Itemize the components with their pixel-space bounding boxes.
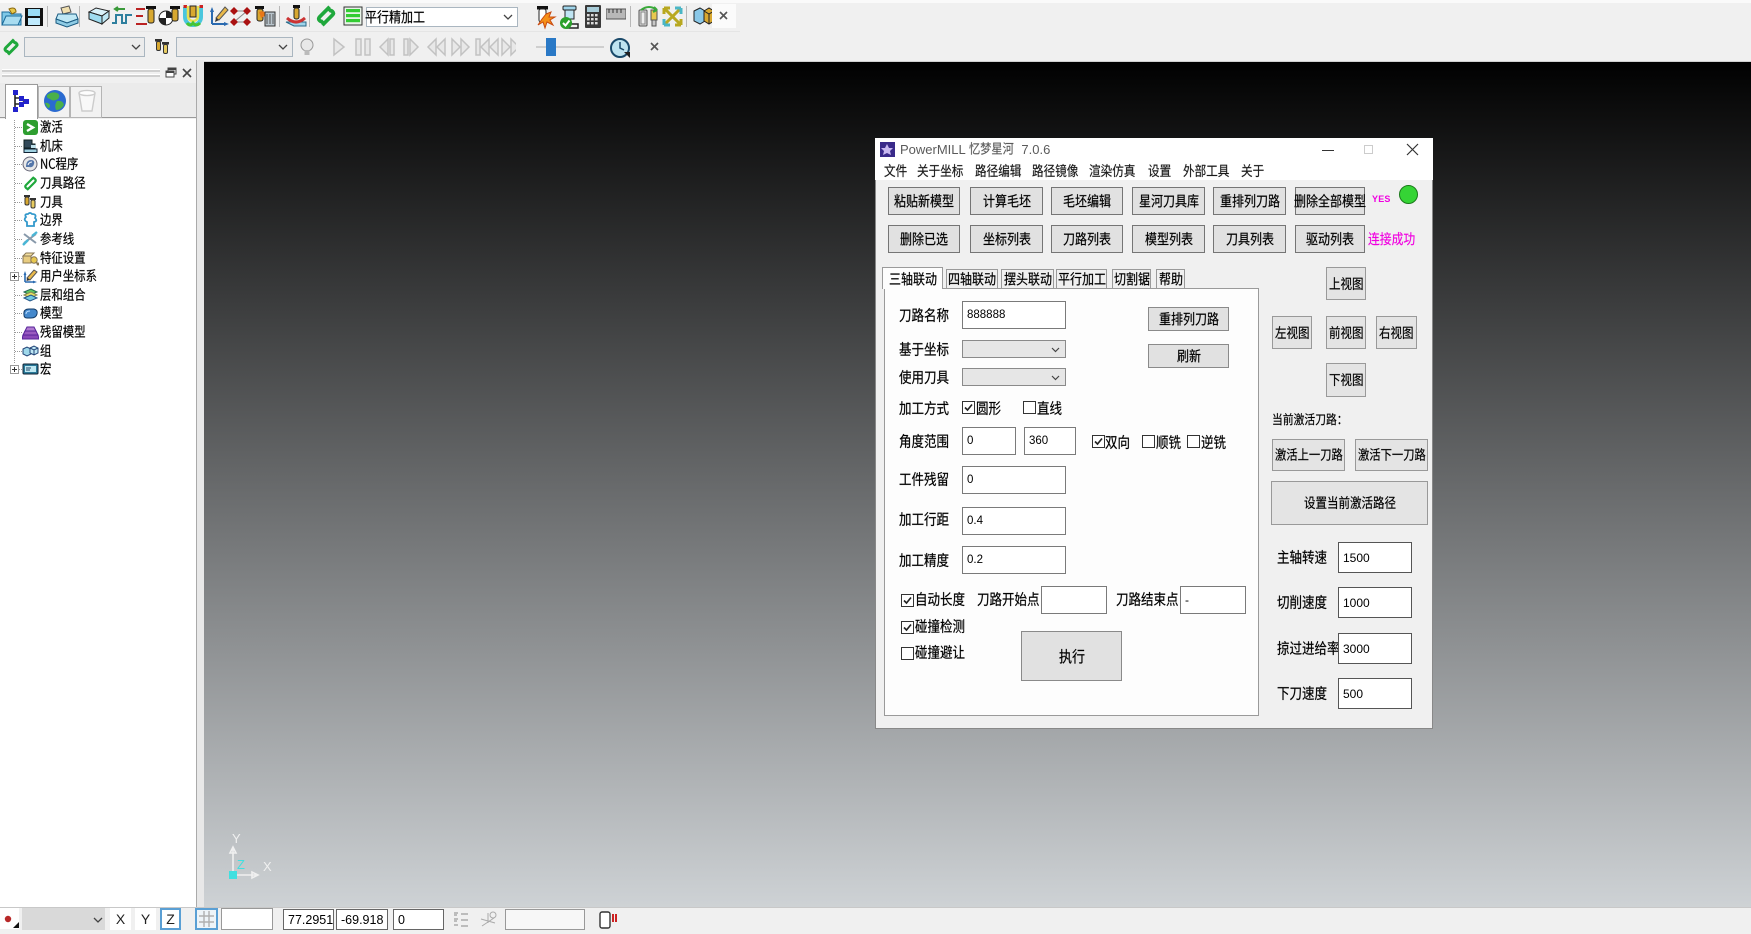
svg-text:Z: Z	[237, 857, 245, 872]
svg-text:Y: Y	[232, 833, 241, 846]
svg-text:X: X	[263, 859, 272, 874]
